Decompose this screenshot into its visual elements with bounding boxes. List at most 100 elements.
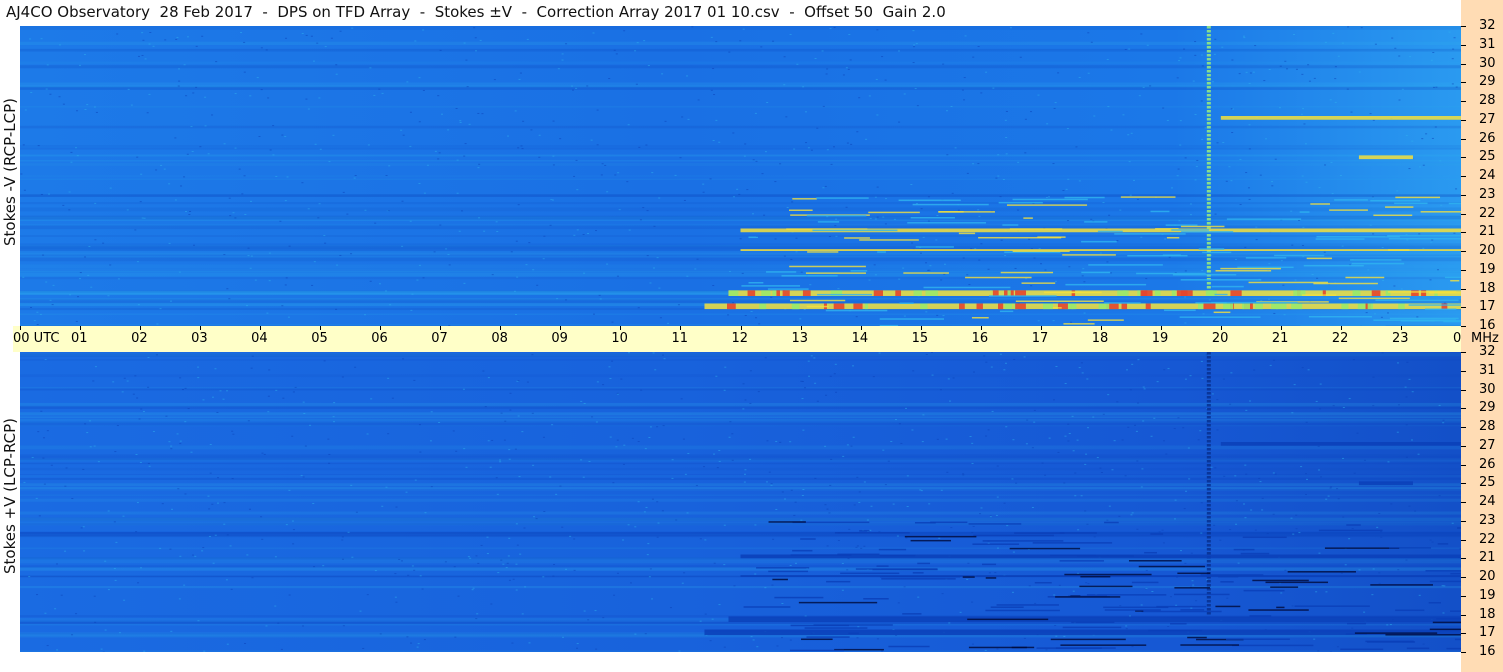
heatmap-speckle (342, 558, 345, 560)
heatmap-speckle (966, 274, 969, 276)
heatmap-streak (967, 618, 1049, 621)
heatmap-speckle (783, 84, 786, 86)
heatmap-speckle (896, 535, 899, 537)
heatmap-speckle (407, 574, 410, 576)
heatmap-speckle (1230, 180, 1233, 182)
heatmap-speckle (1196, 159, 1199, 161)
heatmap-streak (1023, 217, 1033, 219)
heatmap-band-feature (1358, 155, 1413, 160)
heatmap-speckle (1305, 421, 1308, 423)
heatmap-speckle (561, 526, 564, 528)
heatmap-speckle (920, 490, 923, 492)
heatmap-band-hotspot (1352, 290, 1359, 296)
heatmap-streak (912, 572, 924, 574)
heatmap-band-hotspot (1154, 290, 1161, 296)
heatmap-streak (1450, 610, 1461, 612)
heatmap-speckle (723, 524, 726, 526)
heatmap-streak (1385, 206, 1414, 208)
heatmap-streak (1394, 202, 1428, 205)
heatmap-speckle (406, 81, 409, 83)
heatmap-speckle (453, 566, 456, 568)
heatmap-speckle (1382, 279, 1385, 281)
heatmap-speckle (770, 484, 773, 486)
heatmap-speckle (1432, 86, 1435, 88)
heatmap-speckle (962, 474, 965, 476)
heatmap-speckle (183, 64, 186, 66)
x-tick-label: 11 (671, 331, 688, 346)
heatmap-speckle (643, 40, 646, 42)
heatmap-speckle (459, 122, 462, 124)
heatmap-speckle (1133, 179, 1136, 181)
heatmap-burst-segment (1206, 560, 1211, 563)
heatmap-speckle (391, 397, 394, 399)
heatmap-speckle (92, 380, 95, 382)
y-axis-unit: MHz (1471, 331, 1499, 346)
heatmap-speckle (822, 105, 825, 107)
heatmap-speckle (980, 243, 983, 245)
heatmap-speckle (374, 570, 377, 572)
heatmap-speckle (223, 143, 226, 145)
heatmap-streak (1252, 579, 1309, 582)
heatmap-speckle (1380, 316, 1383, 318)
heatmap-speckle (496, 493, 499, 495)
heatmap-speckle (170, 630, 173, 632)
heatmap-speckle (1431, 239, 1434, 241)
heatmap-streak (1215, 605, 1241, 608)
heatmap-speckle (1128, 161, 1131, 163)
heatmap-speckle (421, 588, 424, 590)
heatmap-speckle (82, 526, 85, 528)
heatmap-speckle (881, 56, 884, 58)
heatmap-texture-band (20, 456, 1461, 461)
heatmap-speckle (617, 172, 620, 174)
heatmap-speckle (643, 511, 646, 513)
y-tick-mark (1461, 251, 1466, 252)
heatmap-speckle (1295, 528, 1298, 530)
heatmap-speckle (194, 555, 197, 557)
heatmap-speckle (729, 421, 732, 423)
heatmap-speckle (1401, 88, 1404, 90)
heatmap-speckle (1080, 495, 1083, 497)
heatmap-burst-segment (1206, 286, 1211, 289)
heatmap-streak (1420, 211, 1461, 213)
heatmap-speckle (824, 445, 827, 447)
heatmap-speckle (962, 257, 965, 259)
heatmap-speckle (623, 30, 626, 32)
heatmap-streak (999, 310, 1014, 313)
heatmap-streak (1200, 574, 1264, 576)
heatmap-speckle (301, 182, 304, 184)
heatmap-streak (968, 523, 1022, 525)
heatmap-speckle (1200, 532, 1203, 534)
heatmap-speckle (418, 77, 421, 79)
heatmap-band-hotspot (1145, 303, 1151, 310)
heatmap-speckle (186, 36, 189, 38)
heatmap-speckle (272, 154, 275, 156)
heatmap-speckle (192, 92, 195, 94)
heatmap-speckle (1231, 59, 1234, 61)
heatmap-speckle (728, 51, 731, 53)
heatmap-speckle (658, 197, 661, 199)
heatmap-speckle (521, 431, 524, 433)
heatmap-speckle (1052, 320, 1055, 322)
heatmap-burst-segment (1206, 106, 1211, 109)
heatmap-speckle (71, 634, 74, 636)
heatmap-speckle (379, 633, 382, 635)
y-tick-mark (1461, 652, 1466, 653)
heatmap-speckle (946, 471, 949, 473)
heatmap-speckle (755, 160, 758, 162)
heatmap-speckle (1398, 99, 1401, 101)
heatmap-speckle (519, 553, 522, 555)
heatmap-speckle (800, 519, 803, 521)
heatmap-speckle (183, 176, 186, 178)
heatmap-speckle (395, 601, 398, 603)
heatmap-streak (1180, 644, 1240, 646)
heatmap-speckle (277, 622, 280, 624)
heatmap-speckle (990, 366, 993, 368)
heatmap-burst-segment (1206, 162, 1211, 165)
heatmap-streak (1220, 581, 1234, 583)
heatmap-speckle (491, 274, 494, 276)
x-tick-label: 20 (1211, 331, 1229, 346)
heatmap-speckle (601, 163, 604, 165)
heatmap-speckle (477, 562, 480, 564)
heatmap-speckle (170, 448, 173, 450)
heatmap-speckle (1351, 627, 1354, 629)
